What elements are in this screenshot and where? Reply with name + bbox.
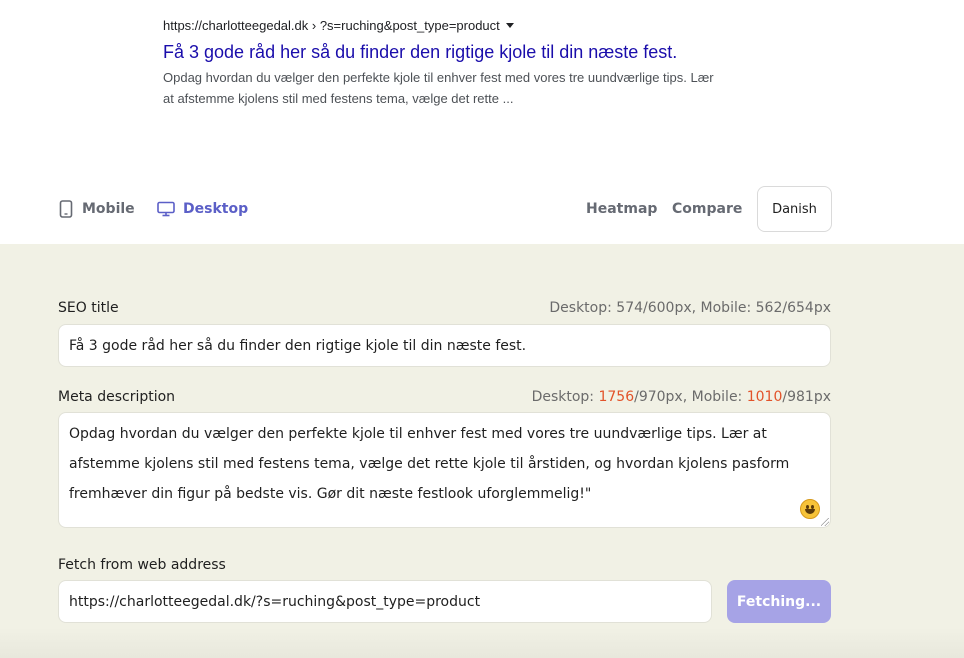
counter-desktop-prefix: Desktop: xyxy=(531,389,599,405)
meta-description-textarea[interactable]: Opdag hvordan du vælger den perfekte kjo… xyxy=(58,412,831,528)
caret-down-icon[interactable] xyxy=(505,22,514,28)
bottom-fade xyxy=(0,628,964,658)
serp-description: Opdag hvordan du vælger den perfekte kjo… xyxy=(163,67,743,109)
meta-description-line: afstemme kjolens stil med festens tema, … xyxy=(69,456,790,472)
serp-url: https://charlotteegedal.dk › ?s=ruching&… xyxy=(163,14,743,36)
mobile-view-button[interactable]: Mobile xyxy=(58,186,135,232)
desktop-view-button[interactable]: Desktop xyxy=(157,186,248,232)
desktop-view-label: Desktop xyxy=(183,201,249,217)
mobile-view-label: Mobile xyxy=(82,201,135,217)
fetch-label: Fetch from web address xyxy=(58,557,226,573)
meta-description-line: Opdag hvordan du vælger den perfekte kjo… xyxy=(69,426,767,442)
monitor-icon xyxy=(157,201,175,217)
heatmap-button[interactable]: Heatmap xyxy=(586,186,657,232)
editor-panel: SEO title Desktop: 574/600px, Mobile: 56… xyxy=(0,244,964,658)
counter-mobile-value: 562 xyxy=(755,300,783,316)
meta-description-counter: Desktop: 1756/970px, Mobile: 1010/981px xyxy=(532,389,831,405)
meta-description-line: fremhæver din figur på bedste vis. Gør d… xyxy=(69,486,592,502)
fetch-url-input[interactable]: https://charlotteegedal.dk/?s=ruching&po… xyxy=(58,580,712,623)
seo-title-input[interactable]: Få 3 gode råd her så du finder den rigti… xyxy=(58,324,831,367)
serp-description-line: at afstemme kjolens stil med festens tem… xyxy=(163,91,514,106)
counter-desktop-limit: /600px xyxy=(643,300,692,316)
counter-mobile-value-over: 1010 xyxy=(746,389,783,405)
seo-title-label: SEO title xyxy=(58,300,119,316)
compare-button[interactable]: Compare xyxy=(672,186,742,232)
resize-handle-icon[interactable] xyxy=(821,518,829,526)
counter-desktop-prefix: Desktop: xyxy=(549,300,617,316)
serp-preview: https://charlotteegedal.dk › ?s=ruching&… xyxy=(163,14,743,109)
language-select[interactable]: Danish xyxy=(757,186,832,232)
phone-icon xyxy=(59,200,73,218)
meta-description-label: Meta description xyxy=(58,389,176,405)
counter-desktop-value-over: 1756 xyxy=(598,389,635,405)
fetch-button[interactable]: Fetching... xyxy=(727,580,831,623)
counter-desktop-value: 574 xyxy=(616,300,644,316)
counter-mobile-prefix: , Mobile: xyxy=(691,300,756,316)
seo-title-counter: Desktop: 574/600px, Mobile: 562/654px xyxy=(549,300,831,316)
counter-mobile-prefix: , Mobile: xyxy=(682,389,747,405)
counter-desktop-limit: /970px xyxy=(634,389,683,405)
emoji-icon[interactable] xyxy=(800,499,820,519)
preview-toolbar: Mobile Desktop Heatmap Compare Danish xyxy=(0,186,964,232)
counter-mobile-limit: /981px xyxy=(782,389,831,405)
serp-title[interactable]: Få 3 gode råd her så du finder den rigti… xyxy=(163,41,743,63)
emoji-mouth xyxy=(805,509,815,514)
serp-url-text: https://charlotteegedal.dk › ?s=ruching&… xyxy=(163,17,500,33)
serp-description-line: Opdag hvordan du vælger den perfekte kjo… xyxy=(163,70,714,85)
counter-mobile-limit: /654px xyxy=(782,300,831,316)
